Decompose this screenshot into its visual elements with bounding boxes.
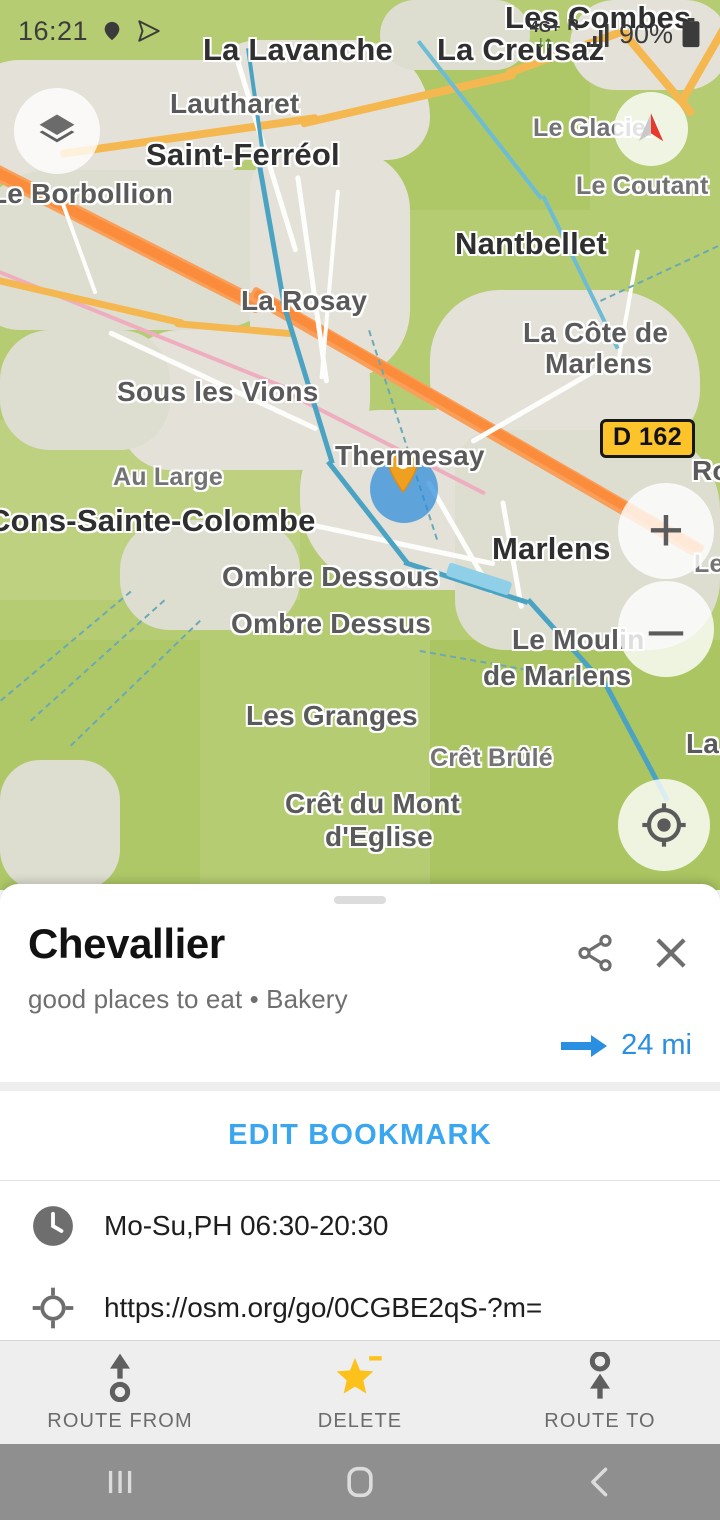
route-from-label: ROUTE FROM	[47, 1410, 193, 1432]
map-label: Marlens	[492, 531, 611, 566]
map-label: Le Coutant	[576, 172, 709, 200]
share-icon[interactable]	[574, 932, 616, 974]
page-title: Chevallier	[28, 920, 225, 967]
opening-hours-row[interactable]: Mo-Su,PH 06:30-20:30	[0, 1181, 720, 1271]
edit-bookmark-button[interactable]: EDIT BOOKMARK	[0, 1091, 720, 1180]
direction-arrow-icon	[561, 1034, 608, 1057]
map-label: Crêt du Mont	[285, 788, 461, 819]
recents-icon	[108, 1470, 132, 1494]
back-icon	[591, 1467, 608, 1497]
map-label: Sous les Vions	[117, 376, 319, 407]
sheet-divider	[0, 1082, 720, 1091]
delete-button[interactable]: DELETE	[240, 1341, 480, 1444]
back-button[interactable]	[480, 1444, 720, 1520]
recents-button[interactable]	[0, 1444, 240, 1520]
sheet-header-actions	[574, 922, 692, 974]
map-compass-button[interactable]	[614, 92, 688, 166]
map-label: Le Borbollion	[0, 178, 174, 209]
distance-label: 24 mi	[621, 1029, 692, 1061]
map-label: La Creusaz	[437, 32, 605, 67]
sheet-drag-handle[interactable]	[334, 896, 386, 904]
route-from-icon	[109, 1353, 131, 1402]
bottom-action-bar: ROUTE FROM DELETE ROUTE TO	[0, 1340, 720, 1444]
crosshair-location-icon	[642, 803, 686, 847]
route-from-button[interactable]: ROUTE FROM	[0, 1341, 240, 1444]
layers-icon	[39, 114, 75, 143]
home-icon	[347, 1466, 373, 1498]
map-zoom-in-button[interactable]: +	[618, 483, 714, 579]
map-label: Ombre Dessus	[231, 608, 432, 639]
map-label: Thermesay	[335, 440, 485, 471]
compass-icon	[638, 113, 664, 142]
route-to-label: ROUTE TO	[544, 1410, 656, 1432]
zoom-in-icon: +	[647, 496, 685, 565]
road-shield-d162: D 162	[600, 419, 696, 458]
map-layers-button[interactable]	[14, 88, 100, 174]
map-label: Cons-Sainte-Colombe	[0, 503, 316, 538]
route-to-icon	[589, 1352, 611, 1399]
close-icon[interactable]	[650, 932, 692, 974]
map-label: Lautharet	[170, 88, 300, 119]
map-label: La Lavanche	[203, 32, 394, 67]
map-my-location-button[interactable]	[618, 779, 710, 871]
map-label: Au Large	[113, 463, 223, 491]
map-label: Ro	[692, 455, 720, 486]
map-landuse-area	[0, 760, 120, 890]
map-label: La Côte de	[523, 317, 669, 348]
opening-hours-text: Mo-Su,PH 06:30-20:30	[104, 1210, 389, 1241]
zoom-out-icon: –	[648, 594, 684, 663]
map-zoom-out-button[interactable]: –	[618, 581, 714, 677]
clock-icon	[33, 1206, 73, 1246]
map-label: Crêt Brûlé	[430, 744, 553, 772]
map-label: Saint-Ferréol	[146, 137, 340, 172]
delete-label: DELETE	[317, 1410, 403, 1432]
star-delete-icon	[336, 1356, 382, 1394]
map-label: La Rosay	[241, 285, 368, 316]
route-to-button[interactable]: ROUTE TO	[480, 1341, 720, 1444]
map-label: Les Granges	[246, 700, 418, 731]
map-footpath	[600, 240, 720, 302]
home-button[interactable]	[240, 1444, 480, 1520]
map-label: La	[686, 728, 720, 759]
map-label: de Marlens	[483, 660, 632, 691]
coordinates-text: https://osm.org/go/0CGBE2qS-?m=	[104, 1292, 543, 1323]
distance-row[interactable]: 24 mi	[0, 1015, 720, 1062]
map-canvas[interactable]: Les Combes La Lavanche La Creusaz Lautharet…	[0, 0, 720, 890]
android-nav-bar	[0, 1444, 720, 1520]
map-label: Nantbellet	[455, 226, 607, 261]
coordinates-icon	[32, 1287, 74, 1329]
map-label: Les Combes	[505, 0, 692, 35]
map-label: Marlens	[545, 348, 653, 379]
map-label: d'Eglise	[325, 821, 433, 852]
map-label: Ombre Dessous	[222, 561, 440, 592]
place-subtitle: good places to eat • Bakery	[28, 984, 348, 1014]
sheet-title-row: Chevallier	[0, 904, 720, 974]
